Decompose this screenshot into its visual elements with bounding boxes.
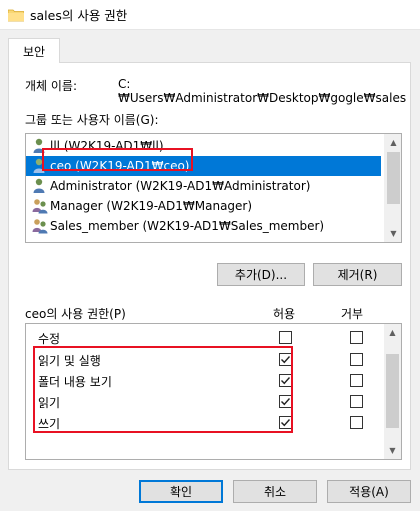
list-item-label: ceo (W2K19-AD1₩ceo): [50, 159, 190, 173]
list-item-sales-member[interactable]: Sales_member (W2K19-AD1₩Sales_member): [26, 216, 381, 236]
list-item-manager[interactable]: Manager (W2K19-AD1₩Manager): [26, 196, 381, 216]
list-item-label: lll (W2K19-AD1₩ll): [50, 139, 164, 153]
permission-row-write: 쓰기: [26, 411, 384, 433]
scroll-up-icon[interactable]: ▲: [385, 134, 401, 151]
security-panel: 개체 이름: C:₩Users₩Administrator₩Desktop₩go…: [8, 62, 411, 470]
permission-name: 폴더 내용 보기: [38, 375, 112, 389]
checkmark-icon: [281, 356, 291, 364]
permissions-label: ceo의 사용 권한(P): [25, 307, 126, 321]
permission-name: 쓰기: [38, 417, 61, 431]
deny-checkbox[interactable]: [350, 331, 363, 344]
title-bar: sales의 사용 권한: [0, 0, 420, 30]
scroll-thumb[interactable]: [387, 152, 400, 204]
checkmark-icon: [281, 377, 291, 385]
object-name-label: 개체 이름:: [25, 79, 78, 93]
group-list-label: 그룹 또는 사용자 이름(G):: [25, 113, 159, 127]
deny-checkbox[interactable]: [350, 416, 363, 429]
allow-checkbox[interactable]: [279, 416, 292, 429]
user-icon: [32, 158, 46, 174]
permission-name: 읽기 및 실행: [38, 354, 101, 368]
cancel-button[interactable]: 취소: [233, 480, 317, 503]
list-item-label: Manager (W2K19-AD1₩Manager): [50, 199, 253, 213]
list-item-administrator[interactable]: Administrator (W2K19-AD1₩Administrator): [26, 176, 381, 196]
scroll-up-icon[interactable]: ▲: [384, 324, 401, 341]
allow-checkbox[interactable]: [279, 353, 292, 366]
group-icon: [32, 218, 48, 234]
permission-row-read-execute: 읽기 및 실행: [26, 348, 384, 370]
user-icon: [32, 138, 46, 154]
deny-checkbox[interactable]: [350, 374, 363, 387]
list-item-label: Administrator (W2K19-AD1₩Administrator): [50, 179, 311, 193]
allow-checkbox[interactable]: [279, 331, 292, 344]
list-item-ceo[interactable]: ceo (W2K19-AD1₩ceo): [26, 156, 381, 176]
scroll-thumb[interactable]: [386, 354, 399, 428]
group-list-scrollbar[interactable]: ▲ ▼: [384, 134, 401, 242]
group-icon: [32, 198, 48, 214]
ok-button[interactable]: 확인: [139, 480, 223, 503]
allow-column-header: 허용: [273, 307, 296, 321]
deny-checkbox[interactable]: [350, 353, 363, 366]
checkmark-icon: [281, 398, 291, 406]
list-item-label: Sales_member (W2K19-AD1₩Sales_member): [50, 219, 325, 233]
object-name-value: C:₩Users₩Administrator₩Desktop₩gogle₩sal…: [118, 77, 407, 105]
permission-row-list-folder: 폴더 내용 보기: [26, 369, 384, 391]
permissions-list: 수정 읽기 및 실행 폴더 내용 보기 읽기 쓰기 ▲ ▼: [25, 323, 402, 460]
remove-button[interactable]: 제거(R): [313, 263, 402, 286]
deny-checkbox[interactable]: [350, 395, 363, 408]
allow-checkbox[interactable]: [279, 395, 292, 408]
window-title: sales의 사용 권한: [30, 8, 128, 23]
permissions-scrollbar[interactable]: ▲ ▼: [384, 324, 401, 459]
tab-security[interactable]: 보안: [8, 38, 60, 63]
permission-row-modify: 수정: [26, 326, 384, 348]
scroll-down-icon[interactable]: ▼: [385, 225, 401, 242]
scroll-down-icon[interactable]: ▼: [384, 442, 401, 459]
user-icon: [32, 178, 46, 194]
group-user-list[interactable]: lll (W2K19-AD1₩ll) ceo (W2K19-AD1₩ceo) A…: [25, 133, 402, 243]
allow-checkbox[interactable]: [279, 374, 292, 387]
permission-name: 읽기: [38, 396, 61, 410]
permission-name: 수정: [38, 332, 61, 346]
list-item-lll[interactable]: lll (W2K19-AD1₩ll): [26, 136, 381, 156]
folder-icon: [8, 8, 24, 22]
permission-row-read: 읽기: [26, 390, 384, 412]
add-button[interactable]: 추가(D)...: [217, 263, 305, 286]
deny-column-header: 거부: [341, 307, 364, 321]
apply-button[interactable]: 적용(A): [327, 480, 411, 503]
checkmark-icon: [281, 419, 291, 427]
